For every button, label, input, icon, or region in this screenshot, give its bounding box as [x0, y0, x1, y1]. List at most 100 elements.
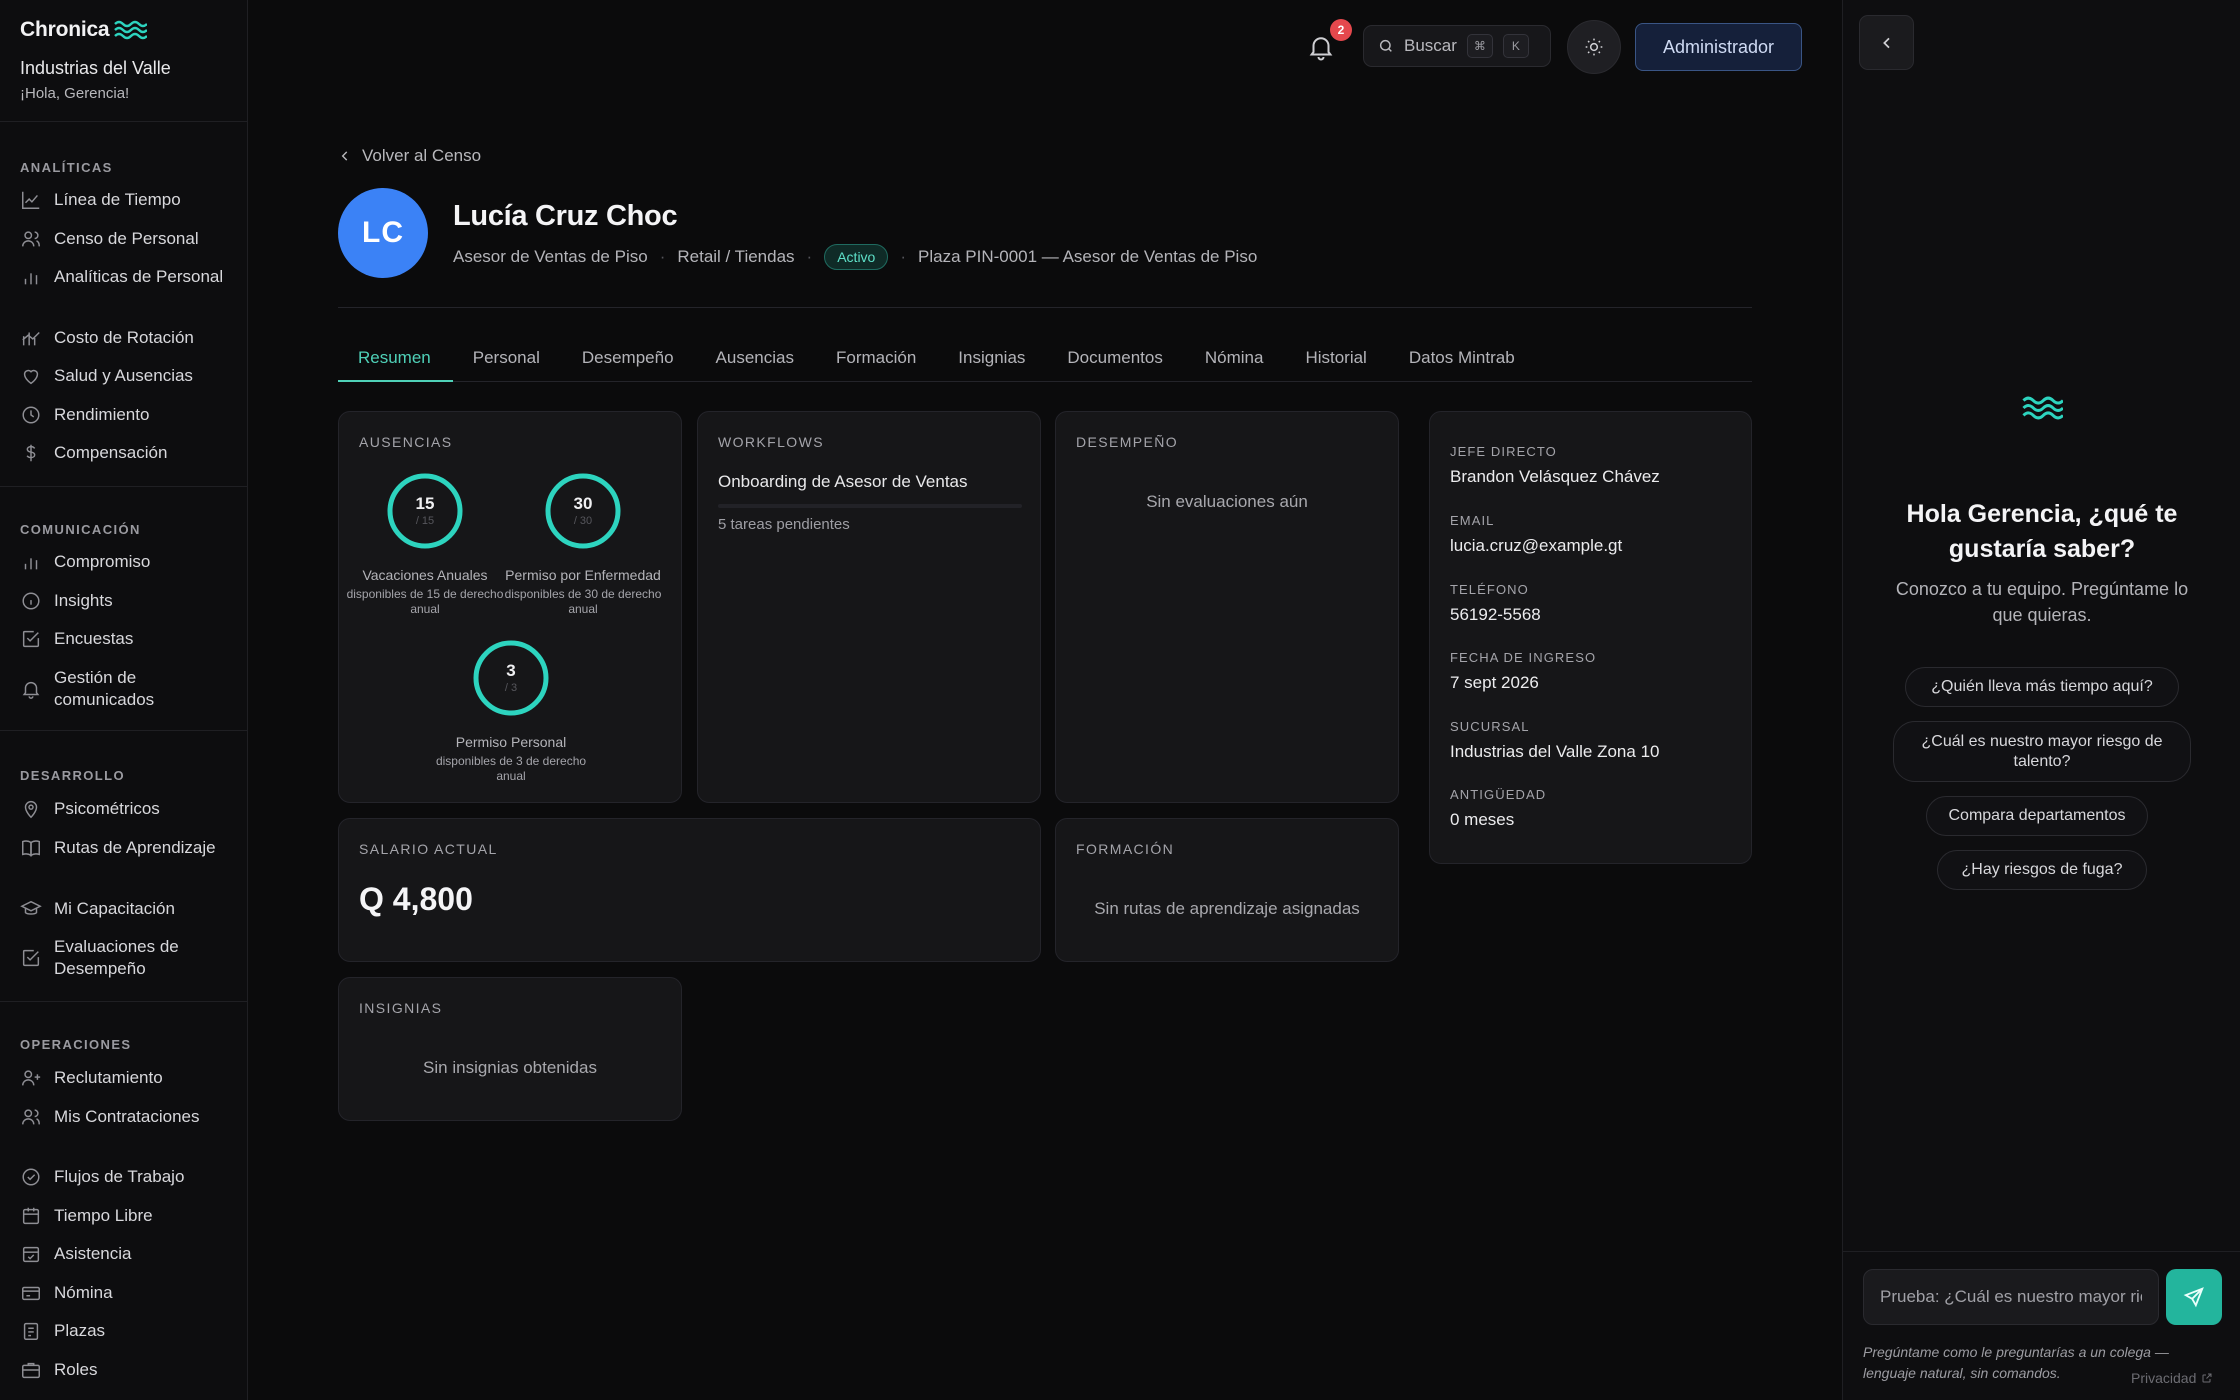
sidebar-item-compensation[interactable]: Compensación [20, 442, 240, 464]
sidebar-item-label: Compromiso [54, 552, 151, 571]
phone-value: 56192-5568 [1450, 605, 1541, 624]
sidebar-item-time-off[interactable]: Tiempo Libre [20, 1205, 240, 1227]
tab-documentos[interactable]: Documentos [1047, 340, 1184, 382]
sidebar-item-payroll[interactable]: Nómina [20, 1282, 240, 1304]
sidebar-item-recruitment[interactable]: Reclutamiento [20, 1067, 240, 1089]
sidebar-item-label: Salud y Ausencias [54, 366, 193, 385]
sidebar-item-census[interactable]: Censo de Personal [20, 228, 240, 250]
suggestion-chip[interactable]: ¿Hay riesgos de fuga? [1937, 850, 2147, 890]
employee-department: Retail / Tiendas [677, 247, 795, 266]
sidebar-item-label: Mi Capacitación [54, 899, 175, 918]
users-icon [22, 1109, 40, 1125]
briefcase-icon [22, 1362, 40, 1379]
bar-chart-icon [24, 558, 38, 570]
tab-formacion[interactable]: Formación [816, 340, 938, 382]
external-link-icon [2202, 1373, 2212, 1383]
users-icon [22, 231, 40, 247]
employee-name: Lucía Cruz Choc [453, 200, 678, 232]
sidebar-item-psychometrics[interactable]: Psicométricos [20, 798, 240, 820]
brand-logo[interactable]: Chronica [20, 18, 148, 42]
sidebar-item-announcements[interactable]: Gestión de comunicados [20, 667, 240, 711]
email-value[interactable]: lucia.cruz@example.gt [1450, 536, 1622, 556]
tab-datos-mintrab[interactable]: Datos Mintrab [1389, 340, 1537, 382]
sidebar-item-engagement[interactable]: Compromiso [20, 551, 240, 573]
training-card: FORMACIÓN Sin rutas de aprendizaje asign… [1055, 818, 1399, 962]
salary-card: SALARIO ACTUAL Q 4,800 [338, 818, 1041, 962]
sidebar-item-health[interactable]: Salud y Ausencias [20, 365, 240, 387]
sidebar-item-label: Costo de Rotación [54, 328, 194, 347]
theme-toggle-button[interactable] [1567, 20, 1621, 74]
waves-icon [2022, 396, 2063, 420]
chart-icon [22, 331, 40, 346]
sidebar-item-my-training[interactable]: Mi Capacitación [20, 898, 240, 920]
sidebar-item-performance[interactable]: Rendimiento [20, 404, 240, 426]
section-heading-analytics: ANALÍTICAS [20, 160, 113, 175]
sidebar-item-roles[interactable]: Roles [20, 1359, 240, 1381]
suggestion-chip[interactable]: ¿Cuál es nuestro mayor riesgo de talento… [1893, 721, 2191, 782]
manager-name[interactable]: Brandon Velásquez Chávez [1450, 467, 1660, 487]
ring-value: 15 [415, 494, 435, 513]
tab-personal[interactable]: Personal [453, 340, 562, 382]
search-button[interactable]: Buscar ⌘ K [1363, 25, 1551, 67]
avatar: LC [338, 188, 428, 278]
tab-insignias[interactable]: Insignias [938, 340, 1047, 382]
divider [1843, 1251, 2240, 1252]
workflow-item[interactable]: Onboarding de Asesor de Ventas [718, 472, 968, 492]
ring-desc: disponibles de 3 de derecho anual [435, 754, 587, 783]
back-label: Volver al Censo [362, 146, 482, 165]
admin-role-button[interactable]: Administrador [1635, 23, 1802, 71]
tab-desempeno[interactable]: Desempeño [562, 340, 696, 382]
card-title: INSIGNIAS [359, 1000, 443, 1016]
divider [0, 121, 247, 122]
assistant-chat-input[interactable] [1863, 1269, 2159, 1325]
sidebar-item-label: Roles [54, 1360, 98, 1379]
tab-nomina[interactable]: Nómina [1185, 340, 1286, 382]
clock-icon [22, 406, 40, 424]
sidebar-item-turnover-cost[interactable]: Costo de Rotación [20, 327, 240, 349]
sidebar-item-surveys[interactable]: Encuestas [20, 628, 240, 650]
privacy-link[interactable]: Privacidad [2131, 1370, 2213, 1386]
status-badge: Activo [824, 244, 889, 270]
sidebar-item-positions[interactable]: Plazas [20, 1320, 240, 1342]
tab-historial[interactable]: Historial [1285, 340, 1388, 382]
sidebar-item-learning-paths[interactable]: Rutas de Aprendizaje [20, 837, 240, 859]
sidebar-item-attendance[interactable]: Asistencia [20, 1243, 240, 1265]
salary-value: Q 4,800 [359, 881, 473, 917]
sidebar-item-timeline[interactable]: Línea de Tiempo [20, 189, 240, 211]
suggestion-chip[interactable]: ¿Quién lleva más tiempo aquí? [1905, 667, 2179, 707]
checkbox-icon [22, 630, 40, 648]
send-icon [2183, 1287, 2204, 1308]
book-icon [22, 840, 40, 857]
separator: · [659, 247, 666, 266]
badges-card: INSIGNIAS Sin insignias obtenidas [338, 977, 682, 1121]
ring-desc: disponibles de 30 de derecho anual [504, 587, 662, 616]
card-title: WORKFLOWS [718, 434, 824, 450]
ring-label: Permiso por Enfermedad [505, 567, 661, 583]
sidebar-item-insights[interactable]: Insights [20, 590, 240, 612]
sidebar-item-my-hires[interactable]: Mis Contrataciones [20, 1106, 240, 1128]
suggestion-chip[interactable]: Compara departamentos [1926, 796, 2148, 836]
sidebar-item-label: Nómina [54, 1283, 113, 1302]
sidebar-item-workflows[interactable]: Flujos de Trabajo [20, 1166, 240, 1188]
info-label: TELÉFONO [1450, 582, 1529, 597]
sidebar-item-label: Encuestas [54, 629, 134, 648]
graduation-cap-icon [20, 900, 42, 915]
employee-meta: Asesor de Ventas de Piso · Retail / Tien… [453, 244, 1257, 270]
branch-value: Industrias del Valle Zona 10 [1450, 742, 1660, 761]
back-to-census-link[interactable]: Volver al Censo [338, 146, 481, 166]
separator: · [900, 247, 907, 266]
brand-name: Chronica [20, 18, 110, 41]
divider [338, 307, 1752, 308]
line-chart-icon [22, 191, 40, 209]
sidebar-item-performance-reviews[interactable]: Evaluaciones de Desempeño [20, 936, 240, 980]
send-button[interactable] [2166, 1269, 2222, 1325]
tab-resumen[interactable]: Resumen [338, 340, 453, 382]
collapse-panel-button[interactable] [1859, 15, 1914, 70]
tab-ausencias[interactable]: Ausencias [696, 340, 816, 382]
user-plus-icon [22, 1070, 41, 1086]
search-label: Buscar [1404, 36, 1457, 55]
sidebar-item-label: Evaluaciones de Desempeño [54, 937, 179, 978]
info-label: EMAIL [1450, 513, 1495, 528]
sidebar-item-people-analytics[interactable]: Analíticas de Personal [20, 266, 240, 288]
bell-icon [22, 681, 40, 699]
